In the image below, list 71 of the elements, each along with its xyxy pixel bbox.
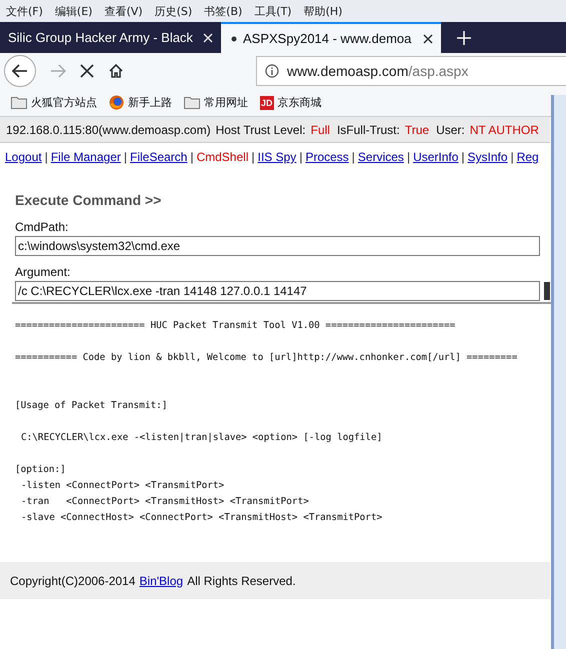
plus-icon[interactable] <box>457 30 471 44</box>
nav-link[interactable]: Services <box>358 150 404 172</box>
back-button[interactable] <box>4 55 36 87</box>
menu-item[interactable]: 文件(F) <box>5 4 44 18</box>
url-text: www.demoasp.com/asp.aspx <box>287 63 468 79</box>
separator: | <box>352 150 355 166</box>
nav-link[interactable]: IIS Spy <box>258 150 296 172</box>
output-line: -listen <ConnectPort> <TransmitPort> <box>20 479 226 493</box>
separator: | <box>510 150 514 166</box>
output-line: -tran <ConnectPort> <TransmitHost> <TransmitPort> <box>20 495 310 509</box>
info-value: NT AUTHOR <box>470 122 539 136</box>
bookmark[interactable]: 常用网址 <box>184 95 248 110</box>
globe-fox-icon <box>109 95 124 110</box>
field-label: CmdPath: <box>15 220 70 234</box>
info-label: IsFull-Trust: <box>336 122 400 136</box>
info-value: Full <box>310 122 330 136</box>
logo-icon: JD <box>260 96 274 110</box>
output-line: -slave <ConnectHost> <ConnectPort> <TransmitHost> <TransmitPort> <box>20 511 384 525</box>
tab-title: ASPXSpy2014 - www.demoa <box>243 31 412 46</box>
browser-tab[interactable]: Silic Group Hacker Army - Black <box>0 22 221 53</box>
nav-link[interactable]: SysInfo <box>468 150 508 172</box>
copyright-text: Copyright(C)2006-2014 <box>10 574 136 588</box>
field-label: Argument: <box>15 265 72 279</box>
output-line: =========== Code by lion & bkbll, Welcome to [url]http://www.cnhonker.com[/url] ========= <box>15 351 518 365</box>
folder-icon <box>184 96 200 109</box>
info-label: User: <box>436 122 465 136</box>
nav-link[interactable]: FileSearch <box>130 150 188 172</box>
bookmark[interactable]: JD 京东商城 <box>260 95 322 110</box>
output-line: [Usage of Packet Transmit:] <box>15 399 168 413</box>
info-label: Host Trust Level: <box>216 122 306 136</box>
tab-title: Silic Group Hacker Army - Black <box>8 30 194 45</box>
address-bar[interactable]: www.demoasp.com/asp.aspx <box>256 56 566 86</box>
separator: | <box>44 150 48 166</box>
bookmark[interactable]: 新手上路 <box>109 95 172 110</box>
bookmark[interactable]: 火狐官方站点 <box>11 95 97 110</box>
browser-tab[interactable]: ASPXSpy2014 - www.demoa <box>221 22 441 53</box>
separator: | <box>190 150 194 166</box>
section-title: Execute Command >> <box>15 192 162 208</box>
output-line: [option:] <box>15 463 67 477</box>
menu-item[interactable]: 历史(S) <box>154 4 194 18</box>
nav-link[interactable]: CmdShell <box>196 150 248 172</box>
menu-item[interactable]: 帮助(H) <box>302 4 344 18</box>
nav-link[interactable]: UserInfo <box>413 150 458 172</box>
info-icon <box>265 64 279 78</box>
back-arrow-icon <box>12 64 28 78</box>
nav-link[interactable]: Process <box>305 150 349 172</box>
menu-item[interactable]: 编辑(E) <box>54 4 94 18</box>
folder-icon <box>11 96 27 109</box>
separator: | <box>299 150 302 166</box>
nav-link[interactable]: Logout <box>5 150 42 172</box>
dot-icon <box>231 36 237 42</box>
nav-link[interactable]: File Manager <box>50 150 121 172</box>
menu-item[interactable]: 工具(T) <box>253 4 293 18</box>
menu-item[interactable]: 书签(B) <box>203 4 244 18</box>
output-line: C:\RECYCLER\lcx.exe -<listen|tran|slave> <option> [-log logfile] <box>20 431 384 445</box>
separator: | <box>461 150 465 166</box>
menu-item[interactable]: 查看(V) <box>103 4 144 18</box>
output-line: ======================= HUC Packet Transmit Tool V1.00 ======================= <box>15 319 456 333</box>
home-icon[interactable] <box>108 63 124 79</box>
separator: | <box>252 150 255 166</box>
copyright-text: All Rights Reserved. <box>187 574 296 588</box>
close-icon[interactable] <box>423 34 433 44</box>
input-field[interactable]: /c C:\RECYCLER\lcx.exe -tran 14148 127.0.0.1 14147 <box>15 281 540 301</box>
nav-link[interactable]: Reg <box>516 150 539 172</box>
info-value: True <box>404 122 430 136</box>
separator: | <box>406 150 410 166</box>
input-field[interactable]: c:\windows\system32\cmd.exe <box>15 236 540 256</box>
stop-icon[interactable] <box>80 64 94 78</box>
blog-link[interactable]: Bin'Blog <box>139 574 184 588</box>
info-label: 192.168.0.115:80(www.demoasp.com) <box>6 122 211 136</box>
separator: | <box>124 150 127 166</box>
